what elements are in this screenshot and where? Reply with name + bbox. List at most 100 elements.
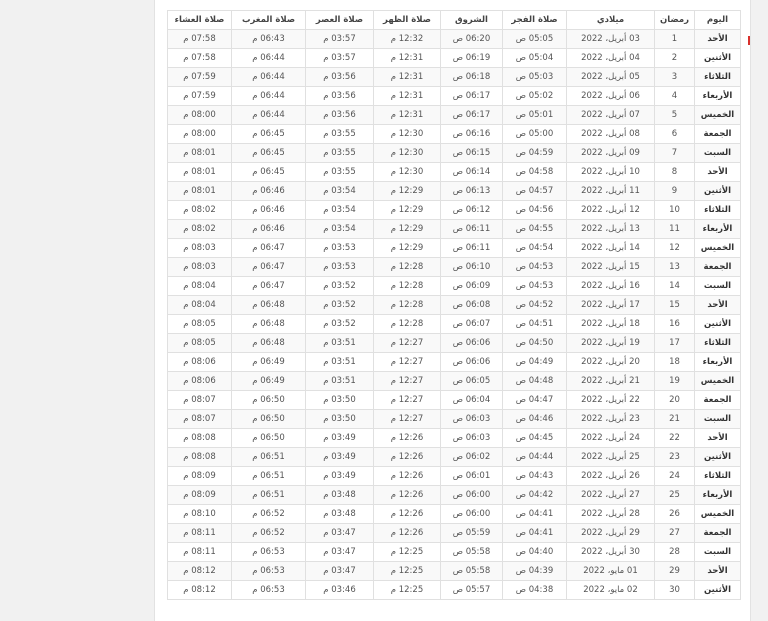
cell-sunrise-time: 06:07 ص <box>440 314 503 334</box>
cell-day: الثلاثاء <box>694 466 741 486</box>
cell-asr-time: 03:55 م <box>305 162 374 182</box>
cell-dhuhr-time: 12:29 م <box>373 181 441 201</box>
cell-sunrise-time: 06:20 ص <box>440 29 503 49</box>
cell-day: الخميس <box>694 504 741 524</box>
table-row: الأحد 22 24 أبريل، 2022 04:45 ص 06:03 ص 12:26… <box>167 428 741 448</box>
cell-day: الأثنين <box>694 181 741 201</box>
cell-isha-time: 08:03 م <box>167 257 232 277</box>
cell-maghrib-time: 06:45 م <box>231 143 306 163</box>
cell-maghrib-time: 06:53 م <box>231 580 306 600</box>
cell-fajr-time: 04:55 ص <box>502 219 567 239</box>
cell-day: الأربعاء <box>694 352 741 372</box>
cell-isha-time: 08:01 م <box>167 162 232 182</box>
cell-gregorian-date: 20 أبريل، 2022 <box>566 352 655 372</box>
cell-gregorian-date: 15 أبريل، 2022 <box>566 257 655 277</box>
cell-dhuhr-time: 12:27 م <box>373 333 441 353</box>
header-row: اليوم رمضان ميلادي صلاة الفجر الشروق صلا… <box>167 10 741 30</box>
cell-dhuhr-time: 12:28 م <box>373 314 441 334</box>
cell-dhuhr-time: 12:30 م <box>373 124 441 144</box>
cell-dhuhr-time: 12:28 م <box>373 257 441 277</box>
cell-ramadan-day: 6 <box>654 124 695 144</box>
cell-asr-time: 03:56 م <box>305 86 374 106</box>
cell-gregorian-date: 21 أبريل، 2022 <box>566 371 655 391</box>
cell-sunrise-time: 06:11 ص <box>440 238 503 258</box>
cell-asr-time: 03:49 م <box>305 466 374 486</box>
prayer-times-table: اليوم رمضان ميلادي صلاة الفجر الشروق صلا… <box>167 10 741 600</box>
cell-asr-time: 03:48 م <box>305 504 374 524</box>
cell-sunrise-time: 06:08 ص <box>440 295 503 315</box>
cell-maghrib-time: 06:49 م <box>231 371 306 391</box>
header-fajr: صلاة الفجر <box>502 10 567 30</box>
table-row: الخميس 12 14 أبريل، 2022 04:54 ص 06:11 ص 12:2… <box>167 238 741 258</box>
cell-ramadan-day: 23 <box>654 447 695 467</box>
cell-fajr-time: 05:04 ص <box>502 48 567 68</box>
cell-ramadan-day: 24 <box>654 466 695 486</box>
cell-sunrise-time: 06:19 ص <box>440 48 503 68</box>
cell-ramadan-day: 13 <box>654 257 695 277</box>
header-maghrib: صلاة المغرب <box>231 10 306 30</box>
cell-isha-time: 08:09 م <box>167 485 232 505</box>
cell-fajr-time: 04:42 ص <box>502 485 567 505</box>
cell-maghrib-time: 06:53 م <box>231 542 306 562</box>
cell-day: الخميس <box>694 371 741 391</box>
cell-fajr-time: 04:58 ص <box>502 162 567 182</box>
cell-ramadan-day: 7 <box>654 143 695 163</box>
table-row: الثلاثاء 3 05 أبريل، 2022 05:03 ص 06:18 ص 12:… <box>167 67 741 87</box>
header-gregorian: ميلادي <box>566 10 655 30</box>
cell-fajr-time: 05:02 ص <box>502 86 567 106</box>
cell-fajr-time: 04:46 ص <box>502 409 567 429</box>
cell-fajr-time: 04:48 ص <box>502 371 567 391</box>
table-row: الأثنين 30 02 مايو، 2022 04:38 ص 05:57 ص 12:2… <box>167 580 741 600</box>
cell-dhuhr-time: 12:31 م <box>373 86 441 106</box>
cell-asr-time: 03:54 م <box>305 219 374 239</box>
table-row: الأثنين 16 18 أبريل، 2022 04:51 ص 06:07 ص 12:… <box>167 314 741 334</box>
cell-asr-time: 03:46 م <box>305 580 374 600</box>
cell-fajr-time: 04:59 ص <box>502 143 567 163</box>
cell-ramadan-day: 14 <box>654 276 695 296</box>
cell-sunrise-time: 06:11 ص <box>440 219 503 239</box>
cell-isha-time: 08:05 م <box>167 314 232 334</box>
table-body: الأحد 1 03 أبريل، 2022 05:05 ص 06:20 ص 12:32 … <box>167 29 741 600</box>
cell-gregorian-date: 30 أبريل، 2022 <box>566 542 655 562</box>
scroll-edge-marker <box>748 36 750 45</box>
table-row: الخميس 26 28 أبريل، 2022 04:41 ص 06:00 ص 12:2… <box>167 504 741 524</box>
cell-gregorian-date: 29 أبريل، 2022 <box>566 523 655 543</box>
cell-fajr-time: 04:44 ص <box>502 447 567 467</box>
cell-ramadan-day: 3 <box>654 67 695 87</box>
cell-maghrib-time: 06:51 م <box>231 447 306 467</box>
header-isha: صلاة العشاء <box>167 10 232 30</box>
cell-gregorian-date: 23 أبريل، 2022 <box>566 409 655 429</box>
cell-asr-time: 03:52 م <box>305 276 374 296</box>
cell-asr-time: 03:47 م <box>305 542 374 562</box>
cell-fajr-time: 04:54 ص <box>502 238 567 258</box>
cell-sunrise-time: 06:10 ص <box>440 257 503 277</box>
cell-fajr-time: 05:00 ص <box>502 124 567 144</box>
cell-isha-time: 08:11 م <box>167 542 232 562</box>
cell-isha-time: 08:04 م <box>167 276 232 296</box>
cell-sunrise-time: 06:09 ص <box>440 276 503 296</box>
cell-day: الأحد <box>694 162 741 182</box>
cell-sunrise-time: 06:02 ص <box>440 447 503 467</box>
cell-maghrib-time: 06:48 م <box>231 314 306 334</box>
cell-day: الثلاثاء <box>694 200 741 220</box>
cell-asr-time: 03:55 م <box>305 143 374 163</box>
cell-dhuhr-time: 12:28 م <box>373 295 441 315</box>
cell-asr-time: 03:53 م <box>305 238 374 258</box>
cell-isha-time: 08:07 م <box>167 409 232 429</box>
cell-dhuhr-time: 12:26 م <box>373 428 441 448</box>
cell-gregorian-date: 11 أبريل، 2022 <box>566 181 655 201</box>
cell-ramadan-day: 16 <box>654 314 695 334</box>
cell-isha-time: 08:12 م <box>167 580 232 600</box>
table-row: الثلاثاء 10 12 أبريل، 2022 04:56 ص 06:12 ص 12… <box>167 200 741 220</box>
cell-day: الخميس <box>694 238 741 258</box>
cell-ramadan-day: 19 <box>654 371 695 391</box>
cell-sunrise-time: 06:04 ص <box>440 390 503 410</box>
cell-asr-time: 03:57 م <box>305 48 374 68</box>
header-ramadan: رمضان <box>654 10 695 30</box>
cell-day: الأثنين <box>694 447 741 467</box>
cell-asr-time: 03:51 م <box>305 333 374 353</box>
cell-asr-time: 03:47 م <box>305 561 374 581</box>
cell-sunrise-time: 06:18 ص <box>440 67 503 87</box>
cell-fajr-time: 04:40 ص <box>502 542 567 562</box>
table-row: السبت 14 16 أبريل، 2022 04:53 ص 06:09 ص 12:28… <box>167 276 741 296</box>
